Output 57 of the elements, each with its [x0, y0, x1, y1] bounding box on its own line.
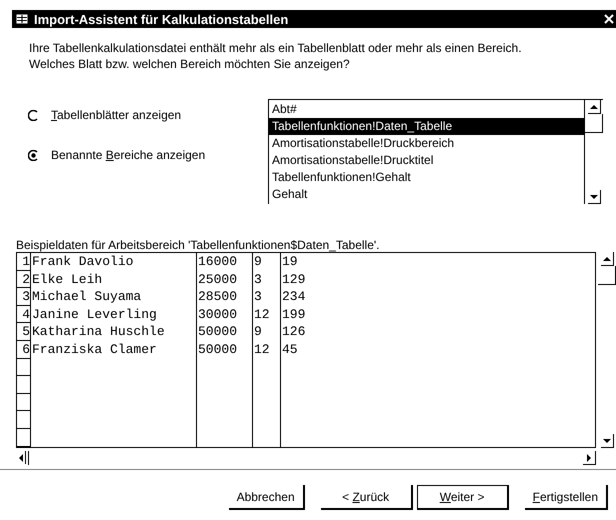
dialog-button[interactable]: Weiter > — [416, 485, 509, 510]
table-cell-text: 129 — [281, 270, 306, 288]
scroll-up-icon[interactable] — [587, 100, 601, 114]
row-header: 6 — [17, 340, 30, 359]
row-header: 4 — [17, 306, 30, 324]
radio-button[interactable] — [28, 150, 39, 160]
row-header: 3 — [17, 288, 30, 306]
table-cell-text: 19 — [281, 253, 299, 271]
sample-caption: Beispieldaten für Arbeitsbereich 'Tabellenfunktionen$Daten_Tabelle'. — [16, 239, 380, 252]
table-cell-text: 50000 — [197, 340, 238, 359]
table-cell-text: 16000 — [197, 253, 238, 271]
scroll-right-icon[interactable] — [582, 451, 596, 465]
table-cell-text: Katharina Huschle — [31, 323, 166, 341]
list-item[interactable]: Abt# — [269, 101, 584, 118]
table-cell-text: Michael Suyama — [31, 288, 142, 306]
table-cell-text: 28500 — [197, 288, 238, 306]
scroll-down-icon[interactable] — [600, 434, 614, 448]
list-item[interactable]: Tabellenfunktionen!Gehalt — [269, 169, 584, 186]
radio-button[interactable] — [28, 110, 39, 120]
range-list[interactable]: Abt# Tabellenfunktionen!Daten_Tabelle Amortisationstabelle!Druckbereich Amortisationstabelle!Drucktitel Tabellenfunktionen!Gehalt Gehalt — [268, 99, 603, 204]
instruction-text: Ihre Tabellenkalkulationsdatei enthält mehr als ein Tabellenblatt oder mehr als einen Bereich. Welches Blatt bzw. welchen Bereich möchten Sie anzeigen? — [29, 40, 523, 72]
table-cell-text: 126 — [281, 323, 306, 341]
row-header: 5 — [17, 323, 30, 341]
list-item[interactable]: Amortisationstabelle!Druckbereich — [269, 135, 584, 152]
radio-label[interactable]: Tabellenblätter anzeigen — [51, 108, 182, 122]
table-cell-text: 12 — [253, 340, 271, 359]
list-item[interactable]: Gehalt — [269, 186, 584, 203]
dialog-button[interactable]: Abbrechen — [228, 485, 305, 510]
dialog-button[interactable]: Fertigstellen — [524, 485, 608, 510]
table-cell-text: 25000 — [197, 270, 238, 288]
table-cell-text: Elke Leih — [31, 270, 104, 288]
table-cell-text: 3 — [253, 270, 263, 288]
radio-label[interactable]: Benannte Bereiche anzeigen — [51, 148, 206, 162]
close-icon[interactable] — [604, 14, 614, 24]
table-cell-text: 30000 — [197, 306, 238, 324]
scroll-up-icon[interactable] — [600, 252, 614, 266]
row-header: 2 — [17, 270, 30, 288]
table-cell-text: Janine Leverling — [31, 306, 158, 324]
scroll-thumb[interactable] — [598, 266, 616, 285]
list-item[interactable]: Amortisationstabelle!Drucktitel — [269, 152, 584, 169]
scroll-thumb[interactable] — [585, 114, 603, 133]
table-cell-text: 45 — [281, 340, 299, 359]
row-header: 1 — [17, 253, 30, 271]
table-cell-text: 9 — [253, 323, 263, 341]
table-cell-text: 234 — [281, 288, 306, 306]
table-cell-text: 50000 — [197, 323, 238, 341]
table-cell-text: 12 — [253, 306, 271, 324]
table-cell-text: Franziska Clamer — [31, 340, 158, 359]
table-cell-text: 9 — [253, 253, 263, 271]
list-item[interactable]: Tabellenfunktionen!Daten_Tabelle — [269, 118, 584, 135]
dialog-button[interactable]: < Zurück — [320, 485, 413, 510]
scroll-down-icon[interactable] — [587, 190, 601, 204]
table-cell-text: 3 — [253, 288, 263, 306]
table-cell-text: 199 — [281, 306, 306, 324]
table-cell-text: Frank Davolio — [31, 253, 134, 271]
window-title: Import-Assistent für Kalkulationstabellen — [34, 12, 290, 26]
table-icon — [16, 14, 28, 24]
